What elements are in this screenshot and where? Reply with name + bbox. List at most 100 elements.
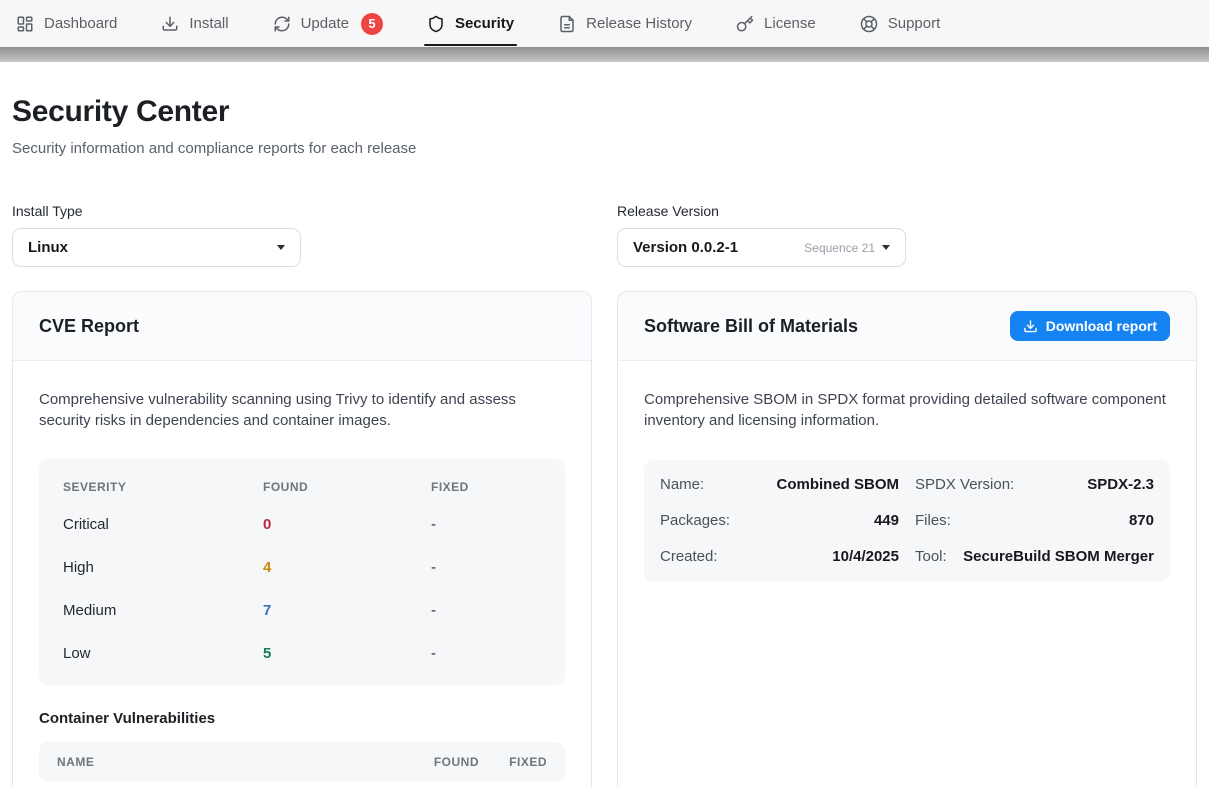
detail-cell: Tool: SecureBuild SBOM Merger <box>915 548 1154 565</box>
table-row: Created: 10/4/2025 Tool: SecureBuild SBO… <box>660 539 1154 575</box>
release-version-value: Version 0.0.2-1 <box>633 239 738 256</box>
download-icon <box>1023 319 1038 334</box>
download-report-button[interactable]: Download report <box>1010 311 1170 341</box>
col-fixed: FIXED <box>431 480 541 494</box>
detail-label: SPDX Version: <box>915 476 1014 493</box>
download-report-label: Download report <box>1046 318 1157 334</box>
chevron-down-icon <box>277 245 285 250</box>
severity-table: SEVERITY FOUND FIXED Critical 0 - High 4… <box>39 459 565 685</box>
install-type-filter: Install Type Linux <box>12 203 592 267</box>
cve-report-title: CVE Report <box>39 316 139 337</box>
table-row: Critical 0 - <box>63 503 541 546</box>
table-row: High 4 - <box>63 546 541 589</box>
nav-label: Update <box>301 15 349 32</box>
nav-item-license[interactable]: License <box>736 0 816 47</box>
col-found: FOUND <box>263 480 431 494</box>
filters-row: Install Type Linux Release Version Versi… <box>12 203 1197 267</box>
table-row: Low 5 - <box>63 632 541 675</box>
install-type-select[interactable]: Linux <box>12 228 301 267</box>
page-title: Security Center <box>12 95 1197 129</box>
found-count: 4 <box>263 559 431 576</box>
severity-label: Low <box>63 645 263 662</box>
detail-label: Name: <box>660 476 704 493</box>
download-icon <box>161 15 179 33</box>
sbom-description: Comprehensive SBOM in SPDX format provid… <box>644 389 1170 432</box>
document-icon <box>558 15 576 33</box>
nav-item-security[interactable]: Security <box>427 0 514 47</box>
detail-cell: SPDX Version: SPDX-2.3 <box>915 476 1154 493</box>
key-icon <box>736 15 754 33</box>
nav-label: Dashboard <box>44 15 117 32</box>
fixed-count: - <box>431 559 541 576</box>
detail-value: Combined SBOM <box>777 476 900 493</box>
detail-label: Tool: <box>915 548 947 565</box>
fixed-count: - <box>431 516 541 533</box>
container-vulnerabilities-header: NAME FOUND FIXED <box>39 742 565 782</box>
cve-report-header: CVE Report <box>13 292 591 361</box>
severity-label: High <box>63 559 263 576</box>
col-severity: SEVERITY <box>63 480 263 494</box>
severity-label: Medium <box>63 602 263 619</box>
severity-label: Critical <box>63 516 263 533</box>
detail-cell: Packages: 449 <box>660 512 899 529</box>
nav-label: Install <box>189 15 228 32</box>
fixed-count: - <box>431 645 541 662</box>
table-row: Medium 7 - <box>63 589 541 632</box>
severity-table-header: SEVERITY FOUND FIXED <box>63 467 541 503</box>
cards-grid: CVE Report Comprehensive vulnerability s… <box>12 291 1197 787</box>
detail-value: SecureBuild SBOM Merger <box>963 548 1154 565</box>
nav-item-install[interactable]: Install <box>161 0 228 47</box>
col-name: NAME <box>57 755 399 769</box>
main-content: Security Center Security information and… <box>0 95 1209 787</box>
refresh-icon <box>273 15 291 33</box>
col-found: FOUND <box>399 755 479 769</box>
detail-label: Files: <box>915 512 951 529</box>
sbom-card: Software Bill of Materials Download repo… <box>617 291 1197 787</box>
nav-item-support[interactable]: Support <box>860 0 941 47</box>
detail-cell: Created: 10/4/2025 <box>660 548 899 565</box>
detail-cell: Files: 870 <box>915 512 1154 529</box>
top-navigation: Dashboard Install Update 5 Security Rele… <box>0 0 1209 47</box>
shield-icon <box>427 15 445 33</box>
divider-band <box>0 47 1209 62</box>
table-row: Name: Combined SBOM SPDX Version: SPDX-2… <box>660 467 1154 503</box>
cve-report-body: Comprehensive vulnerability scanning usi… <box>13 361 591 787</box>
dashboard-icon <box>16 15 34 33</box>
cve-report-description: Comprehensive vulnerability scanning usi… <box>39 389 565 432</box>
nav-item-dashboard[interactable]: Dashboard <box>16 0 117 47</box>
nav-label: Support <box>888 15 941 32</box>
install-type-value: Linux <box>28 239 68 256</box>
detail-label: Created: <box>660 548 718 565</box>
col-fixed: FIXED <box>479 755 547 769</box>
chevron-down-icon <box>882 245 890 250</box>
found-count: 0 <box>263 516 431 533</box>
found-count: 7 <box>263 602 431 619</box>
nav-item-release-history[interactable]: Release History <box>558 0 692 47</box>
update-count-badge: 5 <box>361 13 383 35</box>
detail-value: 10/4/2025 <box>832 548 899 565</box>
sbom-body: Comprehensive SBOM in SPDX format provid… <box>618 361 1196 610</box>
container-vulnerabilities-title: Container Vulnerabilities <box>39 710 565 727</box>
detail-cell: Name: Combined SBOM <box>660 476 899 493</box>
found-count: 5 <box>263 645 431 662</box>
table-row: Packages: 449 Files: 870 <box>660 503 1154 539</box>
nav-label: Security <box>455 15 514 32</box>
sbom-header: Software Bill of Materials Download repo… <box>618 292 1196 361</box>
release-version-filter: Release Version Version 0.0.2-1 Sequence… <box>617 203 1197 267</box>
install-type-label: Install Type <box>12 203 592 219</box>
detail-value: SPDX-2.3 <box>1087 476 1154 493</box>
detail-value: 449 <box>874 512 899 529</box>
nav-label: License <box>764 15 816 32</box>
fixed-count: - <box>431 602 541 619</box>
detail-label: Packages: <box>660 512 730 529</box>
detail-value: 870 <box>1129 512 1154 529</box>
release-version-select[interactable]: Version 0.0.2-1 Sequence 21 <box>617 228 906 267</box>
page-subtitle: Security information and compliance repo… <box>12 140 1197 157</box>
nav-label: Release History <box>586 15 692 32</box>
sbom-details-table: Name: Combined SBOM SPDX Version: SPDX-2… <box>644 460 1170 582</box>
nav-item-update[interactable]: Update 5 <box>273 0 383 47</box>
life-buoy-icon <box>860 15 878 33</box>
sbom-title: Software Bill of Materials <box>644 316 858 337</box>
release-sequence-text: Sequence 21 <box>804 241 875 255</box>
cve-report-card: CVE Report Comprehensive vulnerability s… <box>12 291 592 787</box>
